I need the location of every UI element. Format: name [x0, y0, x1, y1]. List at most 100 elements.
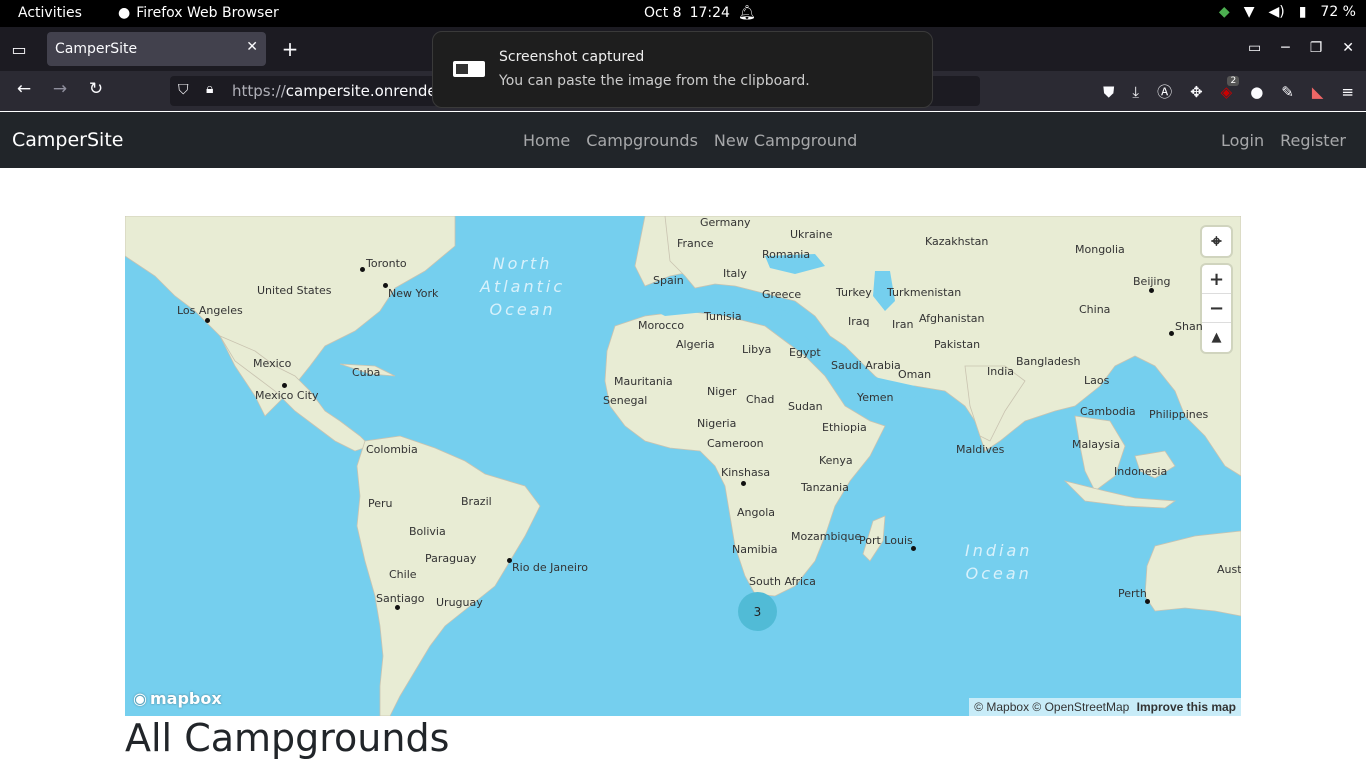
battery-percent: 72 %	[1320, 4, 1356, 20]
firefox-icon: ●	[118, 5, 131, 21]
close-tab-icon[interactable]: ✕	[246, 39, 258, 55]
pocket-icon[interactable]: ⛊	[1103, 83, 1114, 101]
tab-title: CamperSite	[55, 41, 138, 57]
city-marker	[507, 558, 512, 563]
screenshot-notification[interactable]: Screenshot captured You can paste the im…	[432, 31, 933, 108]
nav-new-campground[interactable]: New Campground	[714, 131, 857, 150]
activities-button[interactable]: Activities	[18, 5, 82, 21]
map-label: Kazakhstan	[925, 235, 989, 248]
map-label: Nigeria	[697, 417, 737, 430]
download-icon[interactable]: ⤓	[1132, 83, 1139, 101]
map-attribution: © Mapbox © OpenStreetMap Improve this ma…	[969, 698, 1241, 716]
nav-home[interactable]: Home	[523, 131, 570, 150]
window-close-icon[interactable]: ✕	[1342, 40, 1354, 56]
mapbox-logo[interactable]: ◉ mapbox	[133, 689, 222, 708]
map-label: Maldives	[956, 443, 1005, 456]
navigation-control: + − ▲	[1202, 265, 1231, 352]
nav-register[interactable]: Register	[1280, 131, 1346, 150]
list-all-tabs-icon[interactable]: ▭	[10, 40, 28, 59]
nav-campgrounds[interactable]: Campgrounds	[586, 131, 698, 150]
notification-body: You can paste the image from the clipboa…	[499, 73, 810, 89]
system-tray[interactable]: ◆ ▼ ◀) ▮ 72 %	[1219, 4, 1356, 20]
back-icon[interactable]: ←	[12, 79, 36, 99]
map-label: Malaysia	[1072, 438, 1121, 451]
map-label: Chad	[746, 393, 775, 406]
map-label: Egypt	[789, 346, 821, 359]
ocean-label-indian: Indian Ocean	[965, 541, 1033, 583]
map-label: Kinshasa	[721, 466, 771, 479]
map-label: Namibia	[732, 543, 778, 556]
map-label: Algeria	[676, 338, 715, 351]
zoom-out-icon[interactable]: −	[1202, 294, 1231, 323]
city-marker	[205, 318, 210, 323]
auth-links: Login Register	[1221, 131, 1346, 150]
reload-icon[interactable]: ↻	[84, 79, 108, 99]
map-label: Cuba	[352, 366, 381, 379]
account-icon[interactable]: Ⓐ	[1157, 81, 1172, 102]
map-label: Chile	[389, 568, 417, 581]
menu-icon[interactable]: ≡	[1341, 83, 1354, 101]
map-label: South Africa	[749, 575, 816, 588]
site-navbar: CamperSite Home Campgrounds New Campgrou…	[0, 112, 1366, 168]
map-label: Libya	[742, 343, 772, 356]
site-brand[interactable]: CamperSite	[12, 129, 123, 151]
campground-cluster[interactable]: 3	[738, 592, 777, 631]
extension-flag-icon[interactable]: ◣	[1312, 83, 1324, 101]
map-label: Australia	[1217, 563, 1241, 576]
app-name: Firefox Web Browser	[136, 5, 279, 21]
map-label: Mauritania	[614, 375, 673, 388]
restore-icon[interactable]: ❐	[1310, 40, 1323, 56]
zoom-in-icon[interactable]: +	[1202, 265, 1231, 294]
map-label: Senegal	[603, 394, 648, 407]
map-label: Ukraine	[790, 228, 833, 241]
city-marker	[360, 267, 365, 272]
city-marker	[911, 546, 916, 551]
map-label: Bangladesh	[1016, 355, 1081, 368]
map-label: Beijing	[1133, 275, 1171, 288]
lock-icon[interactable]: 🔒︎	[206, 81, 213, 97]
map-label: Ethiopia	[822, 421, 867, 434]
extensions-icon[interactable]: ✥	[1190, 83, 1203, 101]
ublock-icon[interactable]: ◈ 2	[1221, 75, 1240, 101]
new-tab-button[interactable]: +	[280, 34, 300, 64]
improve-map-link[interactable]: Improve this map	[1137, 700, 1236, 714]
map-label: Kenya	[819, 454, 853, 467]
map-label: Oman	[898, 368, 932, 381]
map-label: Afghanistan	[919, 312, 985, 325]
system-top-bar: Activities ● Firefox Web Browser Oct 8 1…	[0, 0, 1366, 27]
map-label: New York	[388, 287, 439, 300]
wifi-icon: ▼	[1243, 4, 1255, 20]
app-menu[interactable]: ● Firefox Web Browser	[118, 5, 279, 21]
map-label: Italy	[723, 267, 747, 280]
notification-title: Screenshot captured	[499, 49, 645, 65]
map-label: Greece	[762, 288, 802, 301]
battery-icon: ▮	[1298, 4, 1307, 20]
pen-icon[interactable]: ✎	[1281, 83, 1294, 101]
tracking-protection-icon[interactable]: ⛉	[178, 82, 189, 98]
attribution-text[interactable]: © Mapbox © OpenStreetMap	[974, 700, 1129, 714]
ocean-label-north-atlantic: North Atlantic Ocean	[480, 254, 566, 319]
tab-campersite[interactable]: CamperSite ✕	[47, 32, 266, 66]
map-label: Yemen	[857, 391, 894, 404]
map-label: Angola	[737, 506, 776, 519]
campground-cluster-map[interactable]: North Atlantic Ocean Indian Ocean Germany U…	[125, 216, 1241, 716]
map-label: Uruguay	[436, 596, 483, 609]
nav-login[interactable]: Login	[1221, 131, 1264, 150]
map-label: Santiago	[376, 592, 425, 605]
clock[interactable]: Oct 8 17:24 🔔︎	[644, 5, 756, 21]
compass-icon[interactable]: ▲	[1202, 323, 1231, 352]
map-label: Mexico	[253, 357, 292, 370]
minimize-icon[interactable]: ─	[1281, 40, 1289, 56]
map-label: Germany	[700, 216, 751, 229]
city-marker	[1149, 288, 1154, 293]
extension-icon[interactable]: ●	[1250, 83, 1263, 101]
city-marker	[282, 383, 287, 388]
forward-icon[interactable]: →	[48, 79, 72, 99]
geolocate-icon[interactable]: ⌖	[1202, 227, 1231, 256]
date: Oct 8	[644, 5, 682, 21]
shield-icon: ◆	[1218, 4, 1230, 20]
tab-view-icon[interactable]: ▭	[1248, 40, 1261, 56]
map-label: Turkmenistan	[887, 286, 962, 299]
geolocate-control: ⌖	[1202, 227, 1231, 256]
map-label: Philippines	[1149, 408, 1209, 421]
